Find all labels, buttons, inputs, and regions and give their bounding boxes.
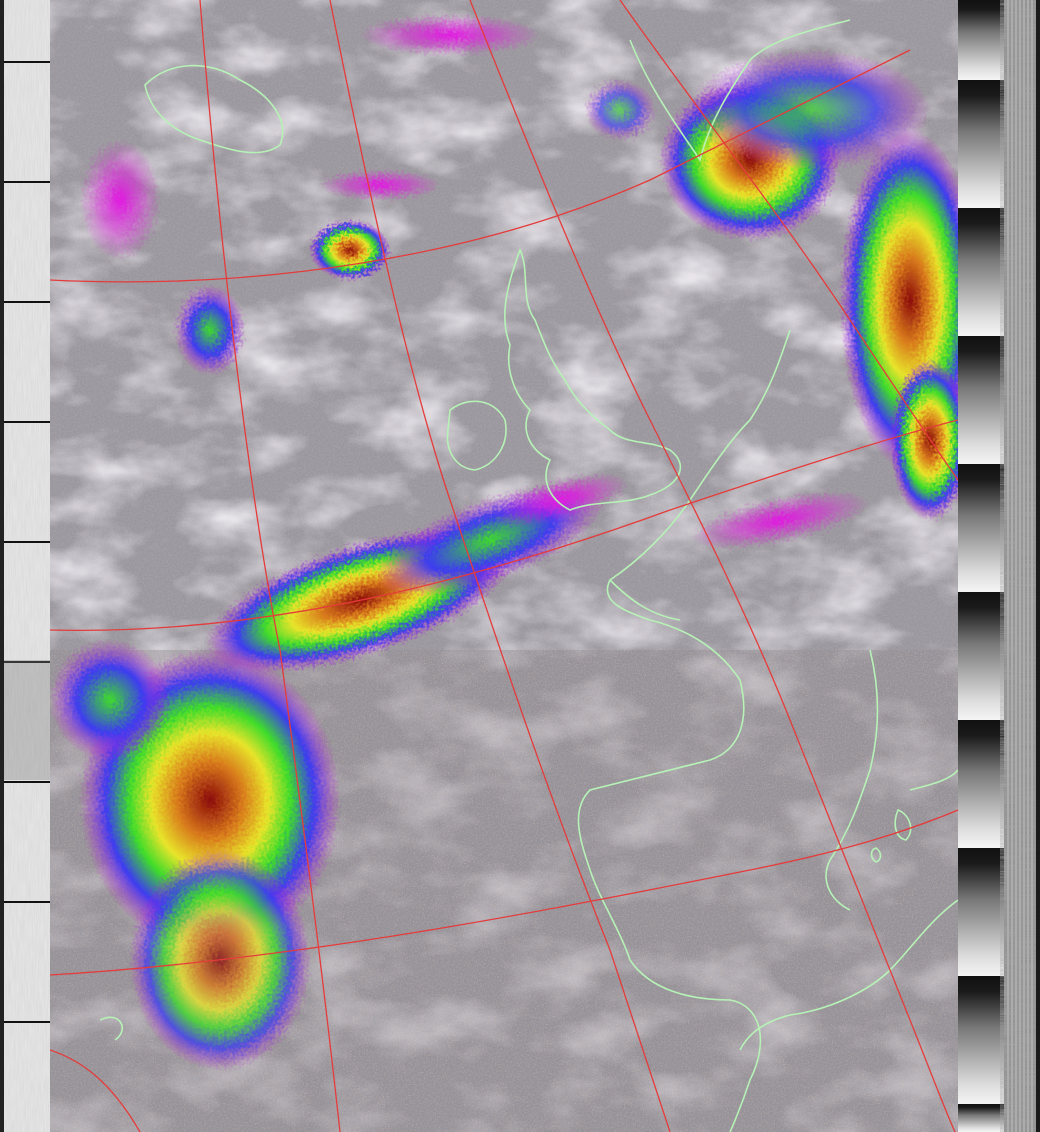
calibration-wedges-graphic: [958, 0, 1040, 1132]
left-strip-graphic: [0, 0, 50, 1132]
right-calibration-strip: [958, 0, 1040, 1132]
satellite-map-graphic: [50, 0, 958, 1132]
calibration-wedges: [958, 0, 1004, 1132]
satellite-image: [50, 0, 958, 1132]
left-telemetry-strip: [0, 0, 50, 1132]
